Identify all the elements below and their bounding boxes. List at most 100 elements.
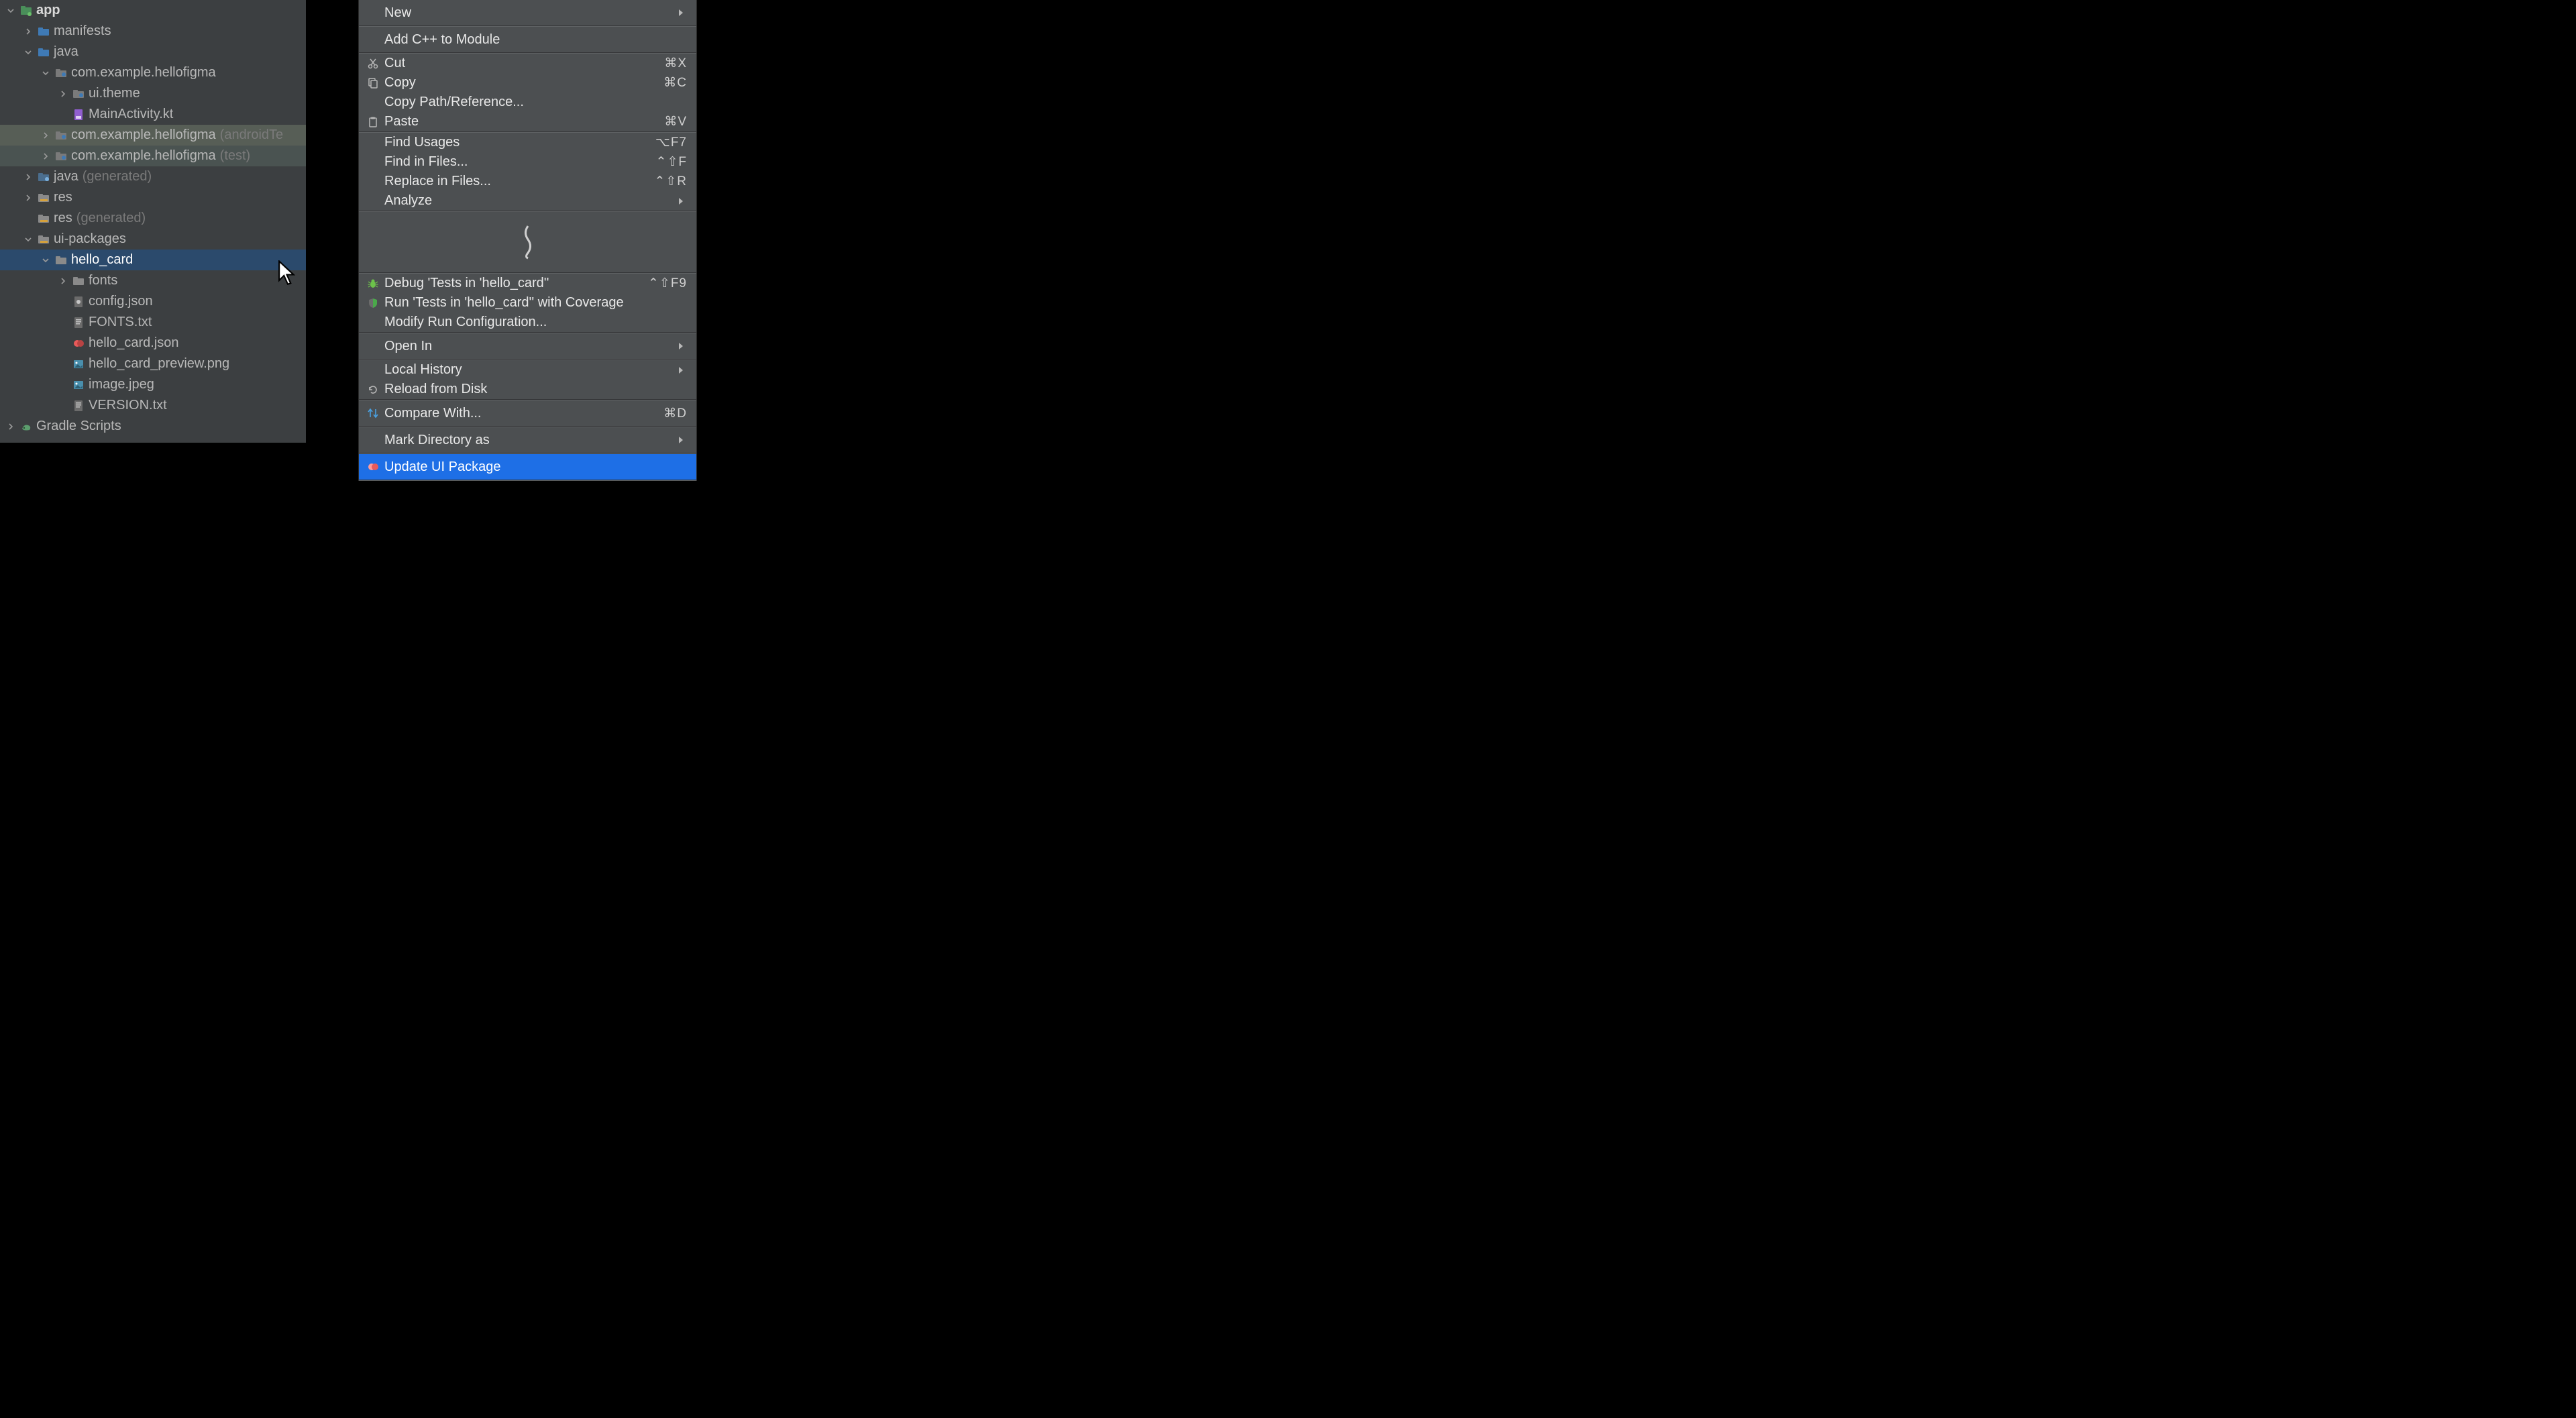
menu-item[interactable]: Find Usages⌥F7 (359, 133, 696, 152)
tree-label: hello_card_preview.png (89, 356, 229, 372)
tree-row[interactable]: manifests (0, 21, 306, 42)
menu-item[interactable]: New (359, 0, 696, 25)
tree-row[interactable]: java (0, 42, 306, 62)
menu-item[interactable]: Add C++ to Module (359, 27, 696, 52)
tree-row[interactable]: fonts (0, 270, 306, 291)
figma-icon (72, 337, 85, 349)
ktfile-icon (72, 109, 85, 121)
menu-item[interactable]: Copy Path/Reference... (359, 93, 696, 112)
menu-item-label: Local History (384, 362, 678, 378)
menu-item[interactable]: Update UI Package (359, 454, 696, 480)
chevron-down-icon[interactable] (23, 234, 34, 245)
tree-row[interactable]: com.example.hellofigma (0, 62, 306, 83)
tree-label-suffix: (androidTe (220, 127, 284, 143)
tree-label: ui-packages (54, 231, 126, 247)
tree-row[interactable]: image.jpeg (0, 374, 306, 395)
tree-label: MainActivity.kt (89, 107, 173, 122)
tree-row[interactable]: ui.theme (0, 83, 306, 104)
menu-item[interactable]: Open In (359, 333, 696, 359)
chevron-right-icon[interactable] (5, 421, 16, 432)
tree-row[interactable]: MainActivity.kt (0, 104, 306, 125)
package-icon (55, 150, 67, 162)
img-icon (72, 379, 85, 391)
txt-icon (72, 317, 85, 329)
menu-item[interactable]: Find in Files...⌃⇧F (359, 152, 696, 172)
menu-item-label: Mark Directory as (384, 433, 678, 448)
chevron-down-icon[interactable] (23, 47, 34, 58)
menu-item[interactable]: Replace in Files...⌃⇧R (359, 172, 696, 191)
menu-item[interactable]: Compare With...⌘D (359, 400, 696, 426)
tree-row[interactable]: FONTS.txt (0, 312, 306, 333)
menu-item[interactable]: Debug 'Tests in 'hello_card''⌃⇧F9 (359, 274, 696, 293)
menu-item-label: Add C++ to Module (384, 32, 687, 48)
tree-row[interactable]: res (0, 187, 306, 208)
tree-row[interactable]: VERSION.txt (0, 395, 306, 416)
chevron-right-icon[interactable] (40, 130, 51, 141)
bug-icon (366, 278, 380, 290)
chevron-right-icon (678, 341, 687, 351)
menu-item-shortcut: ⌘C (663, 75, 687, 91)
chevron-down-icon[interactable] (5, 5, 16, 16)
menu-item[interactable]: Mark Directory as (359, 427, 696, 453)
menu-item[interactable]: Copy⌘C (359, 73, 696, 93)
tree-label: java (54, 169, 78, 184)
chevron-right-icon (678, 435, 687, 445)
menu-item-label: Modify Run Configuration... (384, 315, 687, 330)
chevron-right-icon (678, 366, 687, 375)
tree-row[interactable]: com.example.hellofigma(test) (0, 146, 306, 166)
chevron-down-icon[interactable] (40, 68, 51, 78)
tree-label-suffix: (generated) (83, 169, 152, 184)
chevron-spacer (58, 380, 68, 390)
txt-icon (72, 400, 85, 412)
chevron-right-icon[interactable] (58, 276, 68, 286)
tree-label: com.example.hellofigma (71, 148, 216, 164)
tree-row[interactable]: res(generated) (0, 208, 306, 229)
tree-row[interactable]: com.example.hellofigma(androidTe (0, 125, 306, 146)
tree-row[interactable]: java (generated) (0, 166, 306, 187)
chevron-right-icon (678, 197, 687, 206)
tree-label: FONTS.txt (89, 315, 152, 330)
menu-item[interactable]: Reload from Disk (359, 380, 696, 399)
chevron-spacer (58, 317, 68, 328)
menu-item-shortcut: ⌘X (664, 56, 687, 71)
menu-item-label: Copy (384, 75, 663, 91)
tree-row[interactable]: hello_card.json (0, 333, 306, 353)
chevron-down-icon[interactable] (40, 255, 51, 266)
tree-row[interactable]: Gradle Scripts (0, 416, 306, 437)
tree-row[interactable]: config.json (0, 291, 306, 312)
tree-label: com.example.hellofigma (71, 127, 216, 143)
img-icon (72, 358, 85, 370)
chevron-right-icon[interactable] (23, 26, 34, 37)
menu-item[interactable]: Cut⌘X (359, 54, 696, 73)
chevron-right-icon[interactable] (40, 151, 51, 162)
menu-item-label: Replace in Files... (384, 174, 654, 189)
tree-label-suffix: (test) (220, 148, 251, 164)
tree-label: java (54, 44, 78, 60)
menu-item-shortcut: ⌃⇧R (654, 174, 687, 189)
menu-item[interactable]: Modify Run Configuration... (359, 313, 696, 332)
menu-item[interactable]: Analyze (359, 191, 696, 211)
tree-row[interactable]: app (0, 0, 306, 21)
tree-label: VERSION.txt (89, 398, 167, 413)
reload-icon (366, 384, 380, 396)
chevron-right-icon[interactable] (58, 89, 68, 99)
chevron-right-icon (678, 8, 687, 17)
chevron-right-icon[interactable] (23, 172, 34, 182)
tree-row[interactable]: hello_card_preview.png (0, 353, 306, 374)
menu-item-shortcut: ⌃⇧F (656, 154, 687, 170)
tree-label: res (54, 211, 72, 226)
context-menu: NewAdd C++ to ModuleCut⌘XCopy⌘CCopy Path… (358, 0, 697, 481)
menu-item[interactable]: Local History (359, 360, 696, 380)
menu-item-label: Cut (384, 56, 664, 71)
menu-item[interactable]: Paste⌘V (359, 112, 696, 131)
tree-row[interactable]: hello_card (0, 250, 306, 270)
chevron-spacer (58, 338, 68, 349)
tree-label: Gradle Scripts (36, 419, 121, 434)
figma-icon (366, 461, 380, 473)
menu-item[interactable]: Run 'Tests in 'hello_card'' with Coverag… (359, 293, 696, 313)
tree-row[interactable]: ui-packages (0, 229, 306, 250)
menu-snip-indicator (359, 212, 696, 272)
menu-item-shortcut: ⌥F7 (655, 135, 687, 150)
chevron-right-icon[interactable] (23, 193, 34, 203)
menu-item-label: New (384, 5, 678, 21)
